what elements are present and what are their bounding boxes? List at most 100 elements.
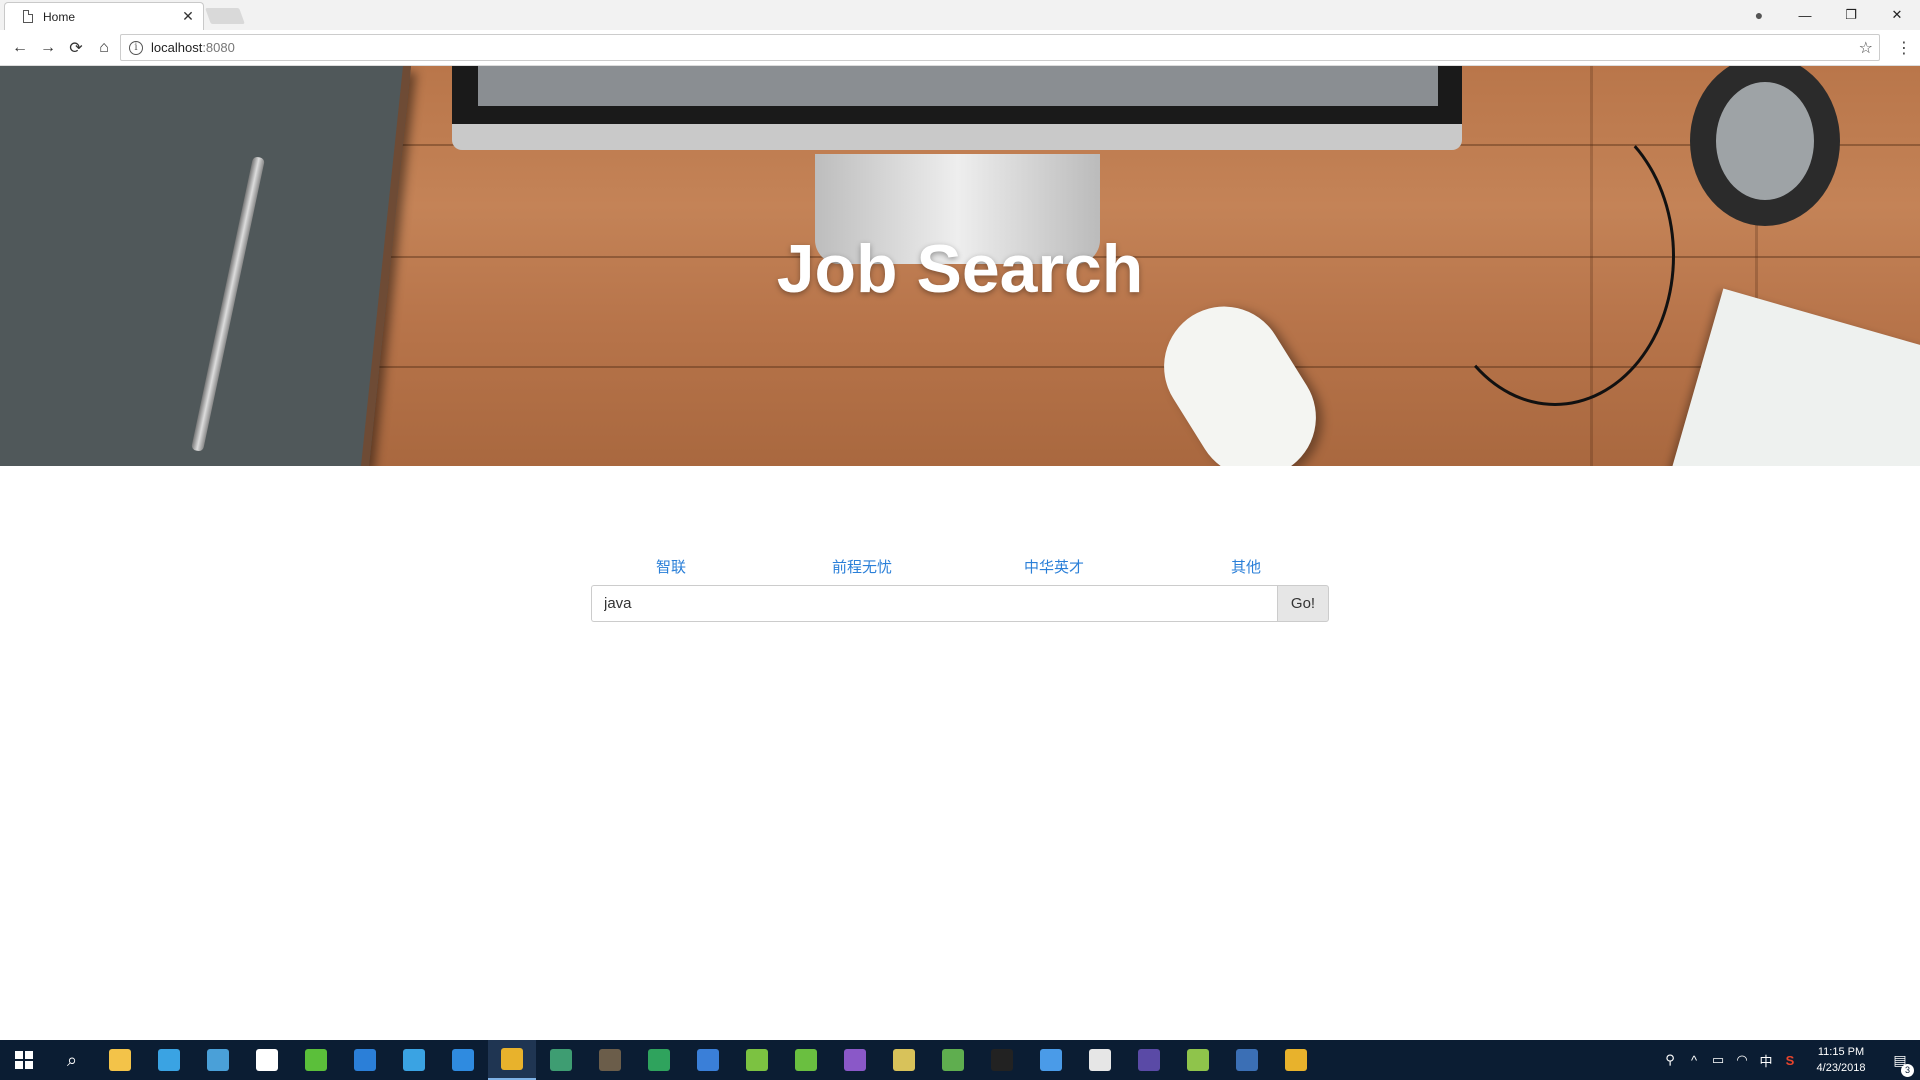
tab-close-icon[interactable]: ✕ (181, 8, 195, 25)
network-icon[interactable]: ▭ (1706, 1052, 1730, 1068)
taskbar-app-sublime[interactable] (586, 1040, 634, 1080)
mail-icon (1089, 1049, 1111, 1071)
chrome-icon (501, 1048, 523, 1070)
vscode-icon (452, 1049, 474, 1071)
taskbar-app-chrome[interactable] (488, 1040, 536, 1080)
go-button[interactable]: Go! (1277, 585, 1329, 622)
action-center-icon[interactable]: ▤ 3 (1880, 1052, 1920, 1077)
system-tray: ⚲ ^ ▭ ◠ 中 S 11:15 PM 4/23/2018 ▤ 3 (1658, 1040, 1920, 1080)
monitor-screen (478, 66, 1438, 106)
headphones-image (1690, 66, 1840, 226)
restore-button[interactable]: ❐ (1828, 7, 1874, 23)
taskbar-app-notepad-plus[interactable] (733, 1040, 781, 1080)
taskbar-app-mail[interactable] (1076, 1040, 1124, 1080)
url-port: :8080 (202, 40, 235, 55)
windows-logo-icon (15, 1051, 33, 1069)
tab-title: Home (43, 9, 76, 24)
taskbar-app-app-green[interactable] (537, 1040, 585, 1080)
notepad-plus-icon (746, 1049, 768, 1071)
page-icon (23, 10, 33, 23)
back-button[interactable]: ← (6, 39, 34, 57)
eclipse-icon (1138, 1049, 1160, 1071)
edge-icon (354, 1049, 376, 1071)
store-icon (158, 1049, 180, 1071)
browser-toolbar: ← → ⟳ ⌂ i localhost :8080 ☆ ⋮ (0, 30, 1920, 66)
source-link-51job[interactable]: 前程无忧 (832, 556, 892, 577)
search-input[interactable] (591, 585, 1277, 622)
site-info-icon[interactable]: i (129, 40, 143, 55)
remote-desktop-icon (207, 1049, 229, 1071)
browser-menu-icon[interactable]: ⋮ (1896, 38, 1912, 58)
browser-tab-home[interactable]: Home ✕ (4, 2, 204, 30)
taskbar-app-git[interactable] (1272, 1040, 1320, 1080)
page-title: Job Search (776, 231, 1144, 307)
source-links: 智联 前程无忧 中华英才 其他 (590, 556, 1330, 580)
clock[interactable]: 11:15 PM 4/23/2018 (1802, 1044, 1880, 1076)
taskbar-app-terminal[interactable] (978, 1040, 1026, 1080)
taskbar-app-mysql-workbench[interactable] (1223, 1040, 1271, 1080)
terminal-icon (991, 1049, 1013, 1071)
account-icon[interactable]: ● (1736, 7, 1782, 23)
notification-count: 3 (1901, 1063, 1914, 1077)
new-tab-button[interactable] (205, 8, 245, 24)
taskbar-app-edge[interactable] (341, 1040, 389, 1080)
url-host: localhost (151, 40, 203, 55)
taskbar-app-file-explorer[interactable] (96, 1040, 144, 1080)
taskbar-app-360-browser[interactable] (292, 1040, 340, 1080)
sogou-icon[interactable]: S (1778, 1053, 1802, 1068)
bookmark-star-icon[interactable]: ☆ (1859, 38, 1873, 58)
taskbar-app-store[interactable] (145, 1040, 193, 1080)
android-studio-icon (1187, 1049, 1209, 1071)
minimize-button[interactable]: — (1782, 8, 1828, 23)
reload-button[interactable]: ⟳ (62, 38, 90, 58)
tools-icon (893, 1049, 915, 1071)
search-form: Go! (591, 585, 1329, 622)
hero-banner: Job Search (0, 66, 1920, 466)
taskbar-app-intellij[interactable] (684, 1040, 732, 1080)
taskbar-app-spring-tool[interactable] (782, 1040, 830, 1080)
taskbar-app-app-sheet[interactable] (929, 1040, 977, 1080)
source-link-other[interactable]: 其他 (1231, 556, 1261, 577)
taskbar-app-internet-explorer[interactable] (390, 1040, 438, 1080)
taskbar-app-app-window[interactable] (1027, 1040, 1075, 1080)
taskbar-app-android-studio[interactable] (1174, 1040, 1222, 1080)
file-explorer-icon (109, 1049, 131, 1071)
task-view-icon (256, 1049, 278, 1071)
spring-tool-icon (795, 1049, 817, 1071)
taskbar-app-task-view[interactable] (243, 1040, 291, 1080)
app-window-icon (1040, 1049, 1062, 1071)
taskbar-app-vscode[interactable] (439, 1040, 487, 1080)
internet-explorer-icon (403, 1049, 425, 1071)
taskbar-app-app-dollar[interactable] (635, 1040, 683, 1080)
sublime-icon (599, 1049, 621, 1071)
people-icon[interactable]: ⚲ (1658, 1052, 1682, 1068)
browser-tab-bar: Home ✕ ● — ❐ ✕ (0, 0, 1920, 30)
app-dollar-icon (648, 1049, 670, 1071)
source-link-chinahr[interactable]: 中华英才 (1024, 556, 1084, 577)
home-button[interactable]: ⌂ (90, 39, 118, 57)
app-green-icon (550, 1049, 572, 1071)
start-button[interactable] (0, 1040, 48, 1080)
close-window-button[interactable]: ✕ (1874, 7, 1920, 23)
wifi-icon[interactable]: ◠ (1730, 1052, 1754, 1068)
360-browser-icon (305, 1049, 327, 1071)
tray-chevron-icon[interactable]: ^ (1682, 1053, 1706, 1068)
visual-studio-icon (844, 1049, 866, 1071)
taskbar-app-remote-desktop[interactable] (194, 1040, 242, 1080)
paper-image (1668, 288, 1920, 466)
clock-date: 4/23/2018 (1816, 1062, 1866, 1074)
mouse-image (1141, 283, 1339, 466)
windows-taskbar: ⌕ ⚲ ^ ▭ ◠ 中 S 11:15 PM 4/23/2018 ▤ 3 (0, 1040, 1920, 1080)
taskbar-app-tools[interactable] (880, 1040, 928, 1080)
taskbar-app-visual-studio[interactable] (831, 1040, 879, 1080)
window-controls: ● — ❐ ✕ (1736, 0, 1920, 30)
clock-time: 11:15 PM (1817, 1046, 1865, 1058)
forward-button[interactable]: → (34, 39, 62, 57)
address-bar[interactable]: i localhost :8080 ☆ (120, 34, 1880, 61)
source-link-zhilian[interactable]: 智联 (656, 556, 686, 577)
intellij-icon (697, 1049, 719, 1071)
ime-indicator[interactable]: 中 (1754, 1051, 1778, 1070)
taskbar-app-eclipse[interactable] (1125, 1040, 1173, 1080)
git-icon (1285, 1049, 1307, 1071)
search-icon[interactable]: ⌕ (48, 1040, 96, 1080)
